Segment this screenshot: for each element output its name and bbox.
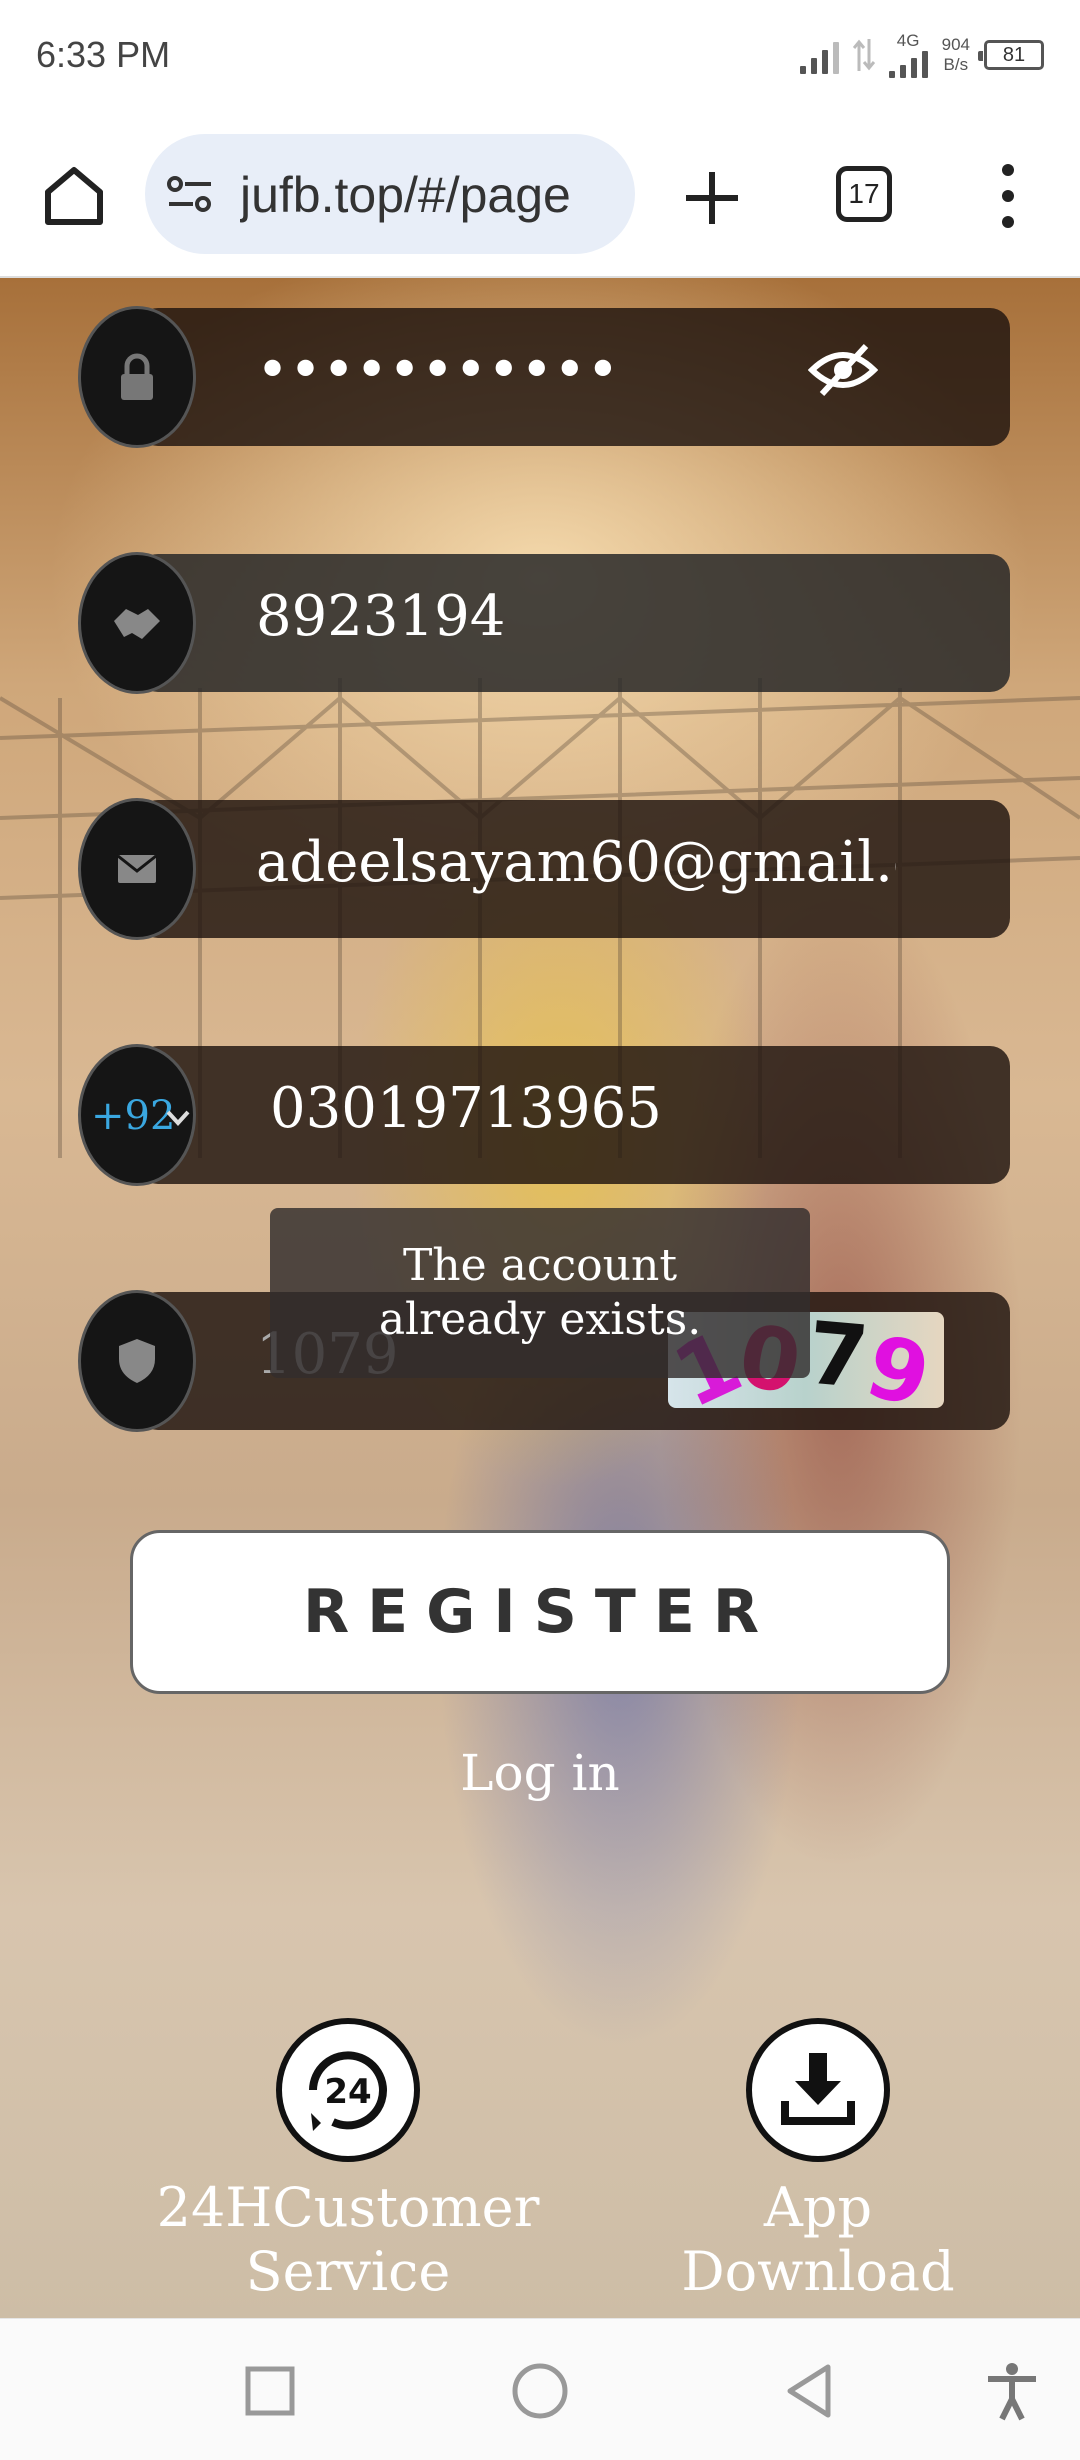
label-line: 24HCustomer [156, 2176, 540, 2239]
invite-code-input[interactable]: 8923194 [256, 584, 505, 649]
invite-code-row: 8923194 [78, 552, 1010, 694]
password-row: ••••••••••• [78, 306, 1010, 448]
signal-4g-icon [888, 50, 928, 78]
svg-text:24: 24 [324, 2072, 371, 2112]
error-toast: The account already exists. [270, 1208, 810, 1378]
network-indicator: 4G [888, 31, 928, 78]
customer-service-24h-icon: 24 [276, 2018, 420, 2162]
label-line: Download [681, 2240, 955, 2303]
register-page: ••••••••••• 8923194 adeelsayam60@gmail.c… [0, 278, 1080, 2318]
email-input[interactable]: adeelsayam60@gmail.com [256, 830, 896, 895]
toast-line: already exists. [378, 1294, 702, 1345]
status-icons: 4G 904 B/s 81 [799, 30, 1044, 80]
customer-service-label: 24HCustomer Service [148, 2176, 548, 2304]
more-menu-icon[interactable] [990, 164, 1026, 228]
url-text: jufb.top/#/page [240, 167, 571, 223]
network-type: 4G [896, 31, 920, 50]
label-line: App [763, 2176, 873, 2239]
address-bar[interactable]: jufb.top/#/page [145, 134, 635, 254]
country-code-select[interactable]: +92 [78, 1044, 196, 1186]
app-download-label: App Download [618, 2176, 1018, 2304]
data-arrows-icon [852, 39, 875, 71]
home-icon[interactable] [38, 160, 110, 232]
system-nav-bar [0, 2318, 1080, 2460]
toast-line: The account [402, 1240, 678, 1291]
mail-icon [78, 798, 196, 940]
status-time: 6:33 PM [36, 34, 171, 75]
email-row: adeelsayam60@gmail.com [78, 798, 1010, 940]
status-bar: 6:33 PM 4G 904 B/s 81 [0, 0, 1080, 110]
country-code: +92 [91, 1093, 176, 1139]
network-speed: 904 B/s [942, 35, 970, 75]
speed-value: 904 [941, 35, 970, 54]
back-icon[interactable] [778, 2359, 842, 2423]
browser-toolbar: jufb.top/#/page 17 [0, 110, 1080, 278]
battery-icon: 81 [978, 40, 1044, 70]
label-line: Service [245, 2240, 451, 2303]
speed-unit: B/s [943, 55, 969, 74]
lock-icon [78, 306, 196, 448]
site-settings-icon[interactable] [165, 174, 215, 214]
signal-icon [799, 36, 839, 74]
accessibility-icon[interactable] [980, 2359, 1044, 2423]
register-button[interactable]: REGISTER [130, 1530, 950, 1694]
download-icon [746, 2018, 890, 2162]
chevron-down-icon [166, 1110, 190, 1126]
eye-off-icon[interactable] [808, 340, 878, 400]
recent-apps-icon[interactable] [238, 2359, 302, 2423]
login-link[interactable]: Log in [0, 1744, 1080, 1802]
battery-level: 81 [1002, 43, 1026, 66]
customer-service-button[interactable]: 24 24HCustomer Service [148, 2018, 548, 2304]
tab-switcher-button[interactable]: 17 [836, 166, 892, 222]
password-input[interactable]: ••••••••••• [256, 338, 619, 403]
shield-icon [78, 1290, 196, 1432]
home-nav-icon[interactable] [508, 2359, 572, 2423]
handshake-icon [78, 552, 196, 694]
tab-count: 17 [848, 178, 880, 209]
phone-input[interactable]: 03019713965 [270, 1076, 662, 1141]
phone-row: +92 03019713965 [78, 1044, 1010, 1186]
new-tab-icon[interactable] [680, 166, 744, 230]
app-download-button[interactable]: App Download [618, 2018, 1018, 2304]
